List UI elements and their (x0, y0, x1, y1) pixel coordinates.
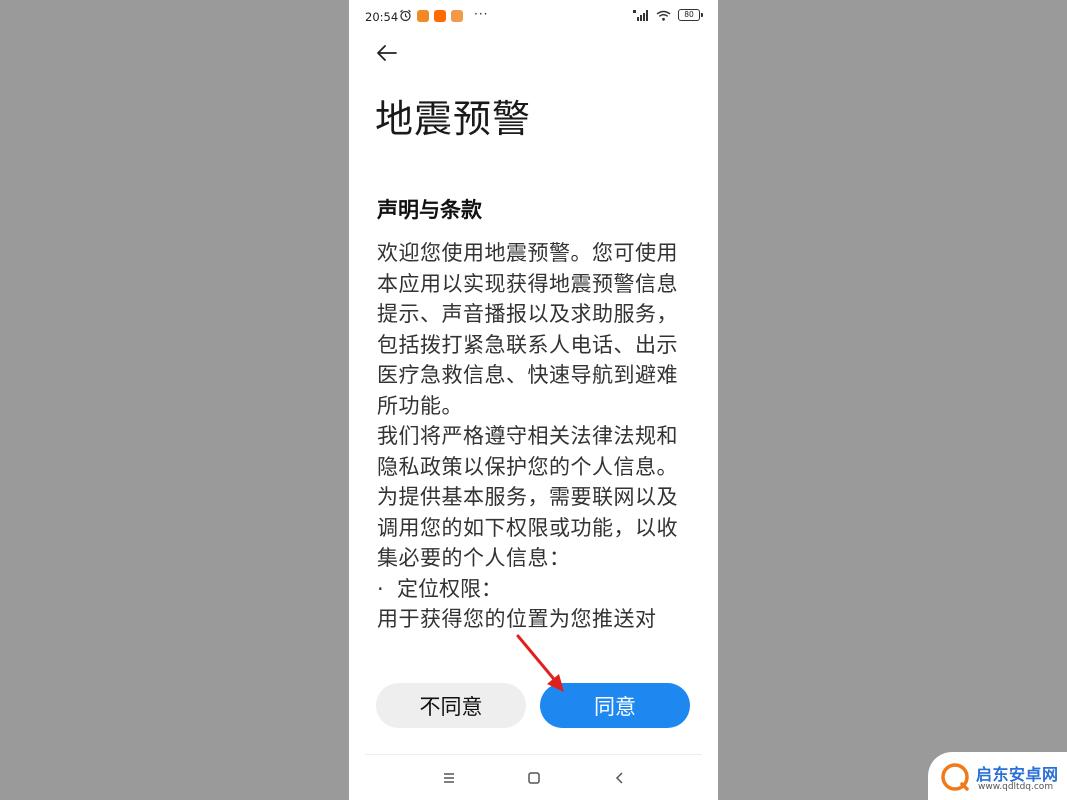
app-notification-icon (417, 9, 429, 22)
back-arrow-icon[interactable] (375, 42, 399, 64)
page-title: 地震预警 (375, 97, 532, 141)
terms-paragraph-intro: 欢迎您使用地震预警。您可使用本应用以实现获得地震预警信息提示、声音播报以及求助服… (377, 241, 678, 418)
terms-bullet-location: · 定位权限： (377, 576, 503, 601)
terms-paragraph-location-detail: 用于获得您的位置为您推送对 (377, 607, 657, 631)
watermark-url: www.qdltdq.com (978, 782, 1054, 792)
signal-icon (633, 9, 648, 21)
red-pointer-arrow-icon (516, 634, 564, 692)
home-icon[interactable] (524, 768, 544, 788)
alarm-icon (400, 9, 411, 22)
terms-paragraph-privacy: 我们将严格遵守相关法律法规和隐私政策以保护您的个人信息。 (377, 424, 678, 479)
status-time: 20:54 (365, 10, 399, 24)
status-more-dots: ··· (474, 7, 489, 21)
wifi-icon (656, 10, 671, 21)
nav-back-icon[interactable] (610, 768, 630, 788)
menu-icon[interactable] (439, 768, 459, 788)
terms-section-title: 声明与条款 (377, 198, 482, 222)
system-navigation-bar (349, 760, 718, 796)
bottom-divider (365, 754, 702, 755)
watermark-logo-icon (941, 763, 969, 791)
status-system-icons: 80 (633, 9, 703, 21)
site-watermark: 启东安卓网 www.qdltdq.com (928, 752, 1067, 800)
status-notification-icons (399, 9, 463, 22)
status-bar: 20:54 ··· 80 (349, 0, 718, 32)
battery-icon: 80 (678, 9, 703, 21)
disagree-button[interactable]: 不同意 (376, 683, 526, 728)
phone-screen: 20:54 ··· 80 地震预警 声明与条款 欢迎您使用地震预警。您可使用本应… (349, 0, 718, 800)
app-notification-icon (451, 9, 463, 22)
terms-scroll-area[interactable]: 欢迎您使用地震预警。您可使用本应用以实现获得地震预警信息提示、声音播报以及求助服… (377, 238, 697, 650)
terms-paragraph-permissions: 为提供基本服务，需要联网以及调用您的如下权限或功能，以收集必要的个人信息： (377, 485, 678, 570)
mi-icon (434, 9, 446, 22)
